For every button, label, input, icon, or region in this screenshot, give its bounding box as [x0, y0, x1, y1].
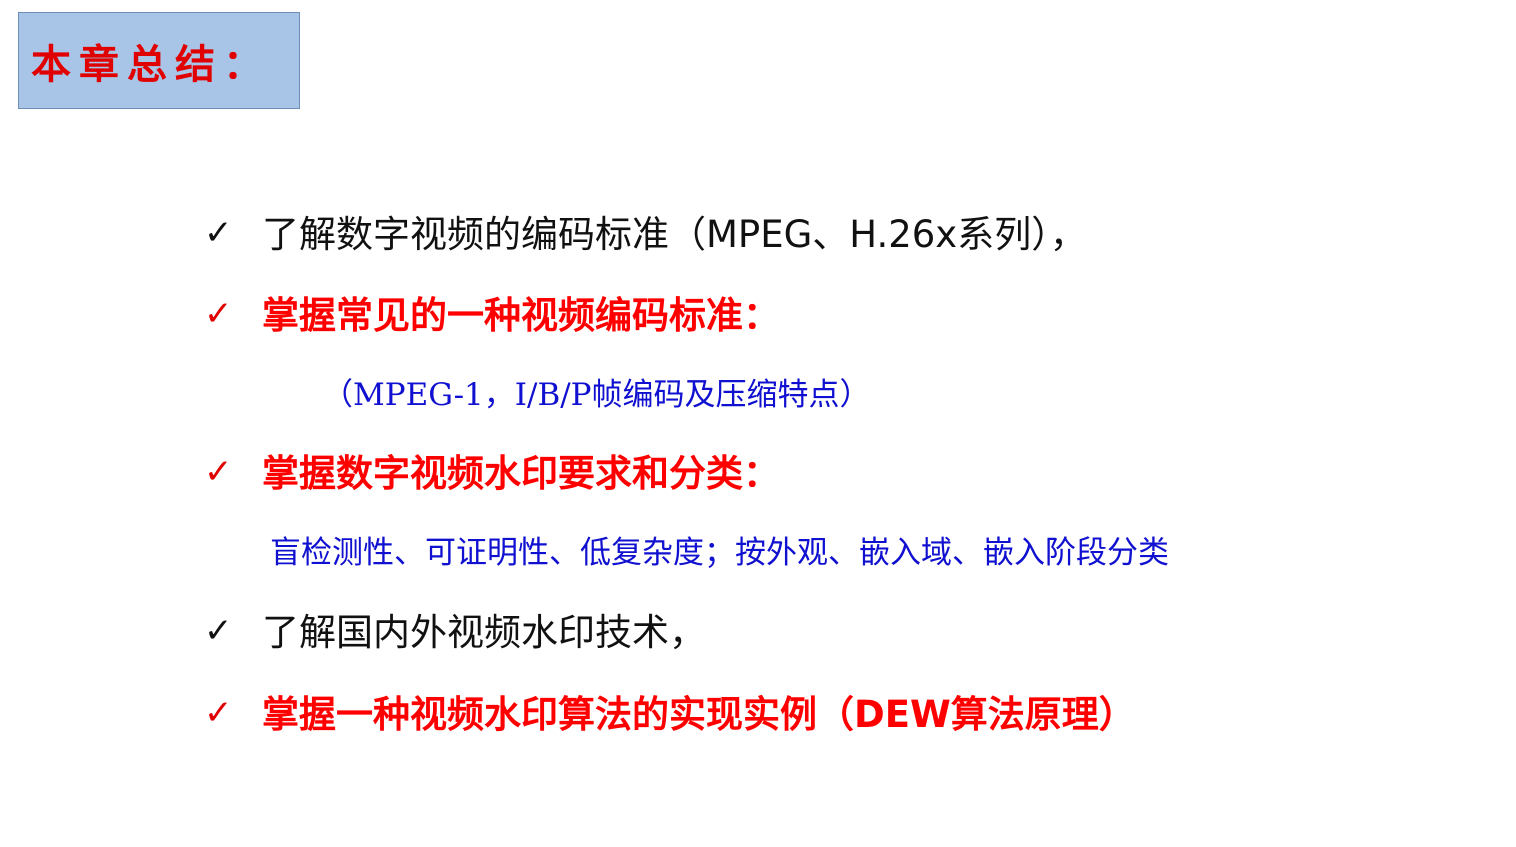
- sub-item-text: （MPEG-1，I/B/P帧编码及压缩特点）: [322, 377, 871, 413]
- check-icon: ✓: [204, 294, 233, 334]
- item-text: 掌握一种视频水印算法的实现实例（DEW算法原理）: [262, 693, 1136, 736]
- item-text: 了解数字视频的编码标准（MPEG、H.26x系列），: [262, 213, 1087, 256]
- slide-title: 本章总结：: [31, 41, 271, 88]
- item-text: 了解国内外视频水印技术，: [262, 611, 706, 654]
- item-text: 掌握常见的一种视频编码标准：: [262, 294, 780, 337]
- check-icon: ✓: [204, 611, 233, 651]
- item-text: 掌握数字视频水印要求和分类：: [262, 452, 780, 495]
- check-icon: ✓: [204, 452, 233, 492]
- check-icon: ✓: [204, 213, 233, 253]
- sub-item-text: 盲检测性、可证明性、低复杂度；按外观、嵌入域、嵌入阶段分类: [270, 535, 1169, 571]
- check-icon: ✓: [204, 693, 233, 733]
- slide-title-box: 本章总结：: [18, 12, 300, 109]
